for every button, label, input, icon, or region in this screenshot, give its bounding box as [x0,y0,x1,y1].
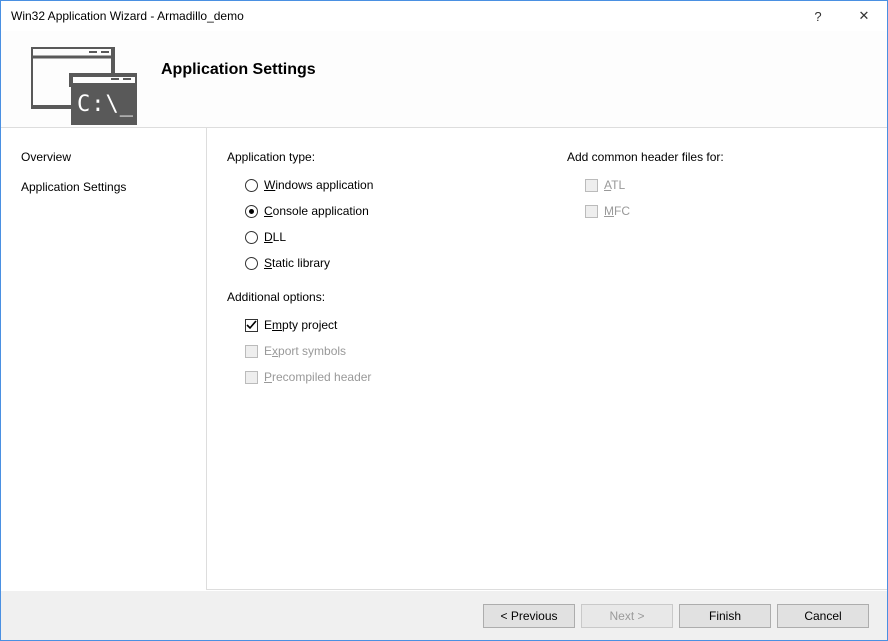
radio-icon [245,179,258,192]
previous-button[interactable]: < Previous [483,604,575,628]
app-type-heading: Application type: [227,150,527,164]
check-export-symbols: Export symbols [227,338,527,364]
additional-heading: Additional options: [227,290,527,304]
sidebar-item-application-settings[interactable]: Application Settings [21,180,186,194]
window-title: Win32 Application Wizard - Armadillo_dem… [11,9,795,23]
radio-windows-application[interactable]: Windows application [227,172,527,198]
sidebar: Overview Application Settings [1,128,206,590]
radio-dll[interactable]: DLL [227,224,527,250]
checkbox-icon [585,179,598,192]
banner-title: Application Settings [161,61,316,79]
left-column: Application type: Windows application Co… [227,150,527,579]
radio-icon [245,205,258,218]
wizard-window: Win32 Application Wizard - Armadillo_dem… [0,0,888,641]
help-button[interactable]: ? [795,1,841,31]
right-column: Add common header files for: ATL MFC [567,150,867,579]
checkbox-icon [245,371,258,384]
content: Application type: Windows application Co… [207,128,887,590]
cancel-button[interactable]: Cancel [777,604,869,628]
check-atl: ATL [567,172,867,198]
sidebar-item-overview[interactable]: Overview [21,150,186,164]
check-empty-project[interactable]: Empty project [227,312,527,338]
check-precompiled-header: Precompiled header [227,364,527,390]
radio-icon [245,257,258,270]
wizard-icon: C:\_ [31,47,137,125]
checkbox-icon [585,205,598,218]
headers-heading: Add common header files for: [567,150,867,164]
body: Overview Application Settings Applicatio… [1,127,887,590]
svg-text:C:\_: C:\_ [77,92,134,117]
next-button: Next > [581,604,673,628]
radio-static-library[interactable]: Static library [227,250,527,276]
radio-console-application[interactable]: Console application [227,198,527,224]
banner: C:\_ Application Settings [1,31,887,127]
checkbox-icon [245,345,258,358]
finish-button[interactable]: Finish [679,604,771,628]
titlebar: Win32 Application Wizard - Armadillo_dem… [1,1,887,31]
footer: < Previous Next > Finish Cancel [1,590,887,640]
radio-icon [245,231,258,244]
close-button[interactable]: ✕ [841,1,887,31]
check-mfc: MFC [567,198,867,224]
checkbox-icon [245,319,258,332]
